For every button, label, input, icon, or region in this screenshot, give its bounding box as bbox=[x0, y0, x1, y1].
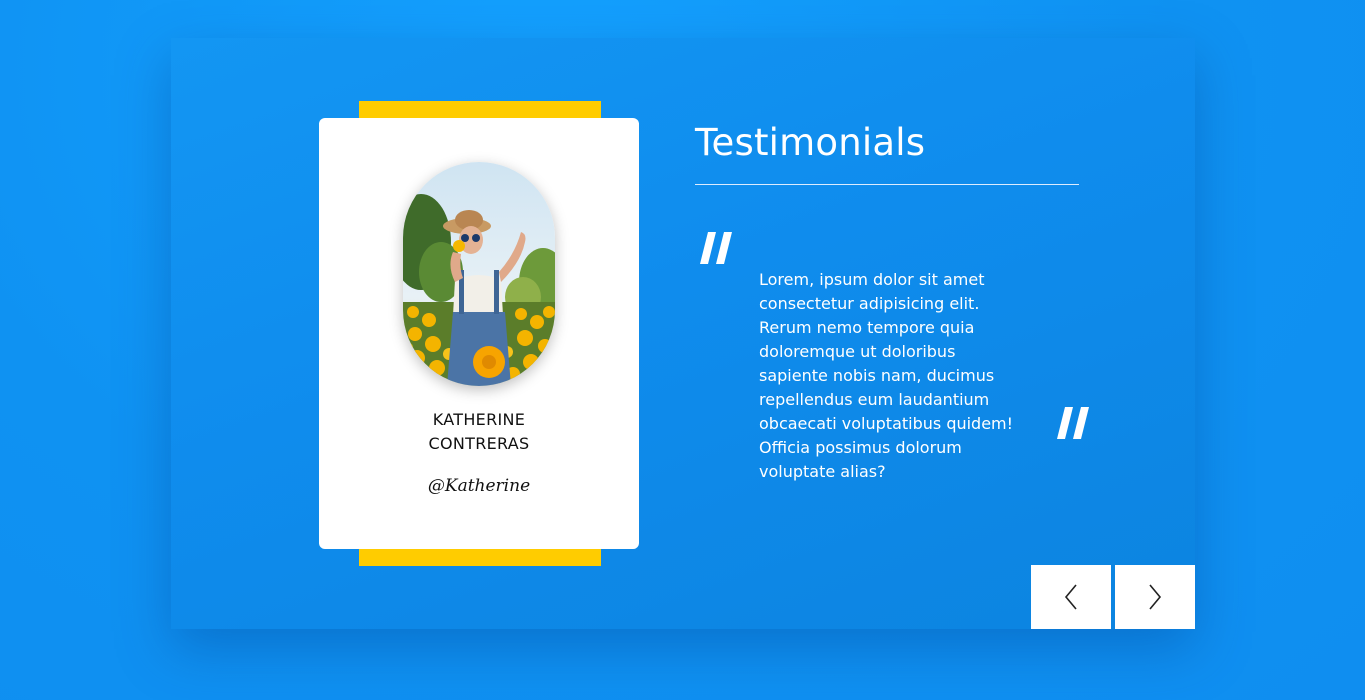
chevron-left-icon bbox=[1063, 583, 1079, 611]
profile-card: KATHERINE CONTRERAS @Katherine bbox=[319, 118, 639, 549]
next-button[interactable] bbox=[1115, 565, 1195, 629]
section-title: Testimonials bbox=[695, 121, 926, 164]
close-quote-icon bbox=[1053, 405, 1093, 445]
person-first-name: KATHERINE bbox=[432, 410, 526, 429]
person-last-name: CONTRERAS bbox=[428, 434, 530, 453]
previous-button[interactable] bbox=[1031, 565, 1111, 629]
profile-photo bbox=[403, 162, 555, 386]
open-quote-icon bbox=[696, 230, 736, 270]
page-background: KATHERINE CONTRERAS @Katherine Testimoni… bbox=[0, 0, 1365, 700]
chevron-right-icon bbox=[1147, 583, 1163, 611]
testimonial-quote: Lorem, ipsum dolor sit amet consectetur … bbox=[759, 270, 1014, 481]
person-name: KATHERINE CONTRERAS bbox=[319, 408, 639, 456]
testimonial-panel: KATHERINE CONTRERAS @Katherine Testimoni… bbox=[171, 38, 1195, 629]
title-divider bbox=[695, 184, 1079, 185]
person-handle: @Katherine bbox=[427, 476, 531, 496]
